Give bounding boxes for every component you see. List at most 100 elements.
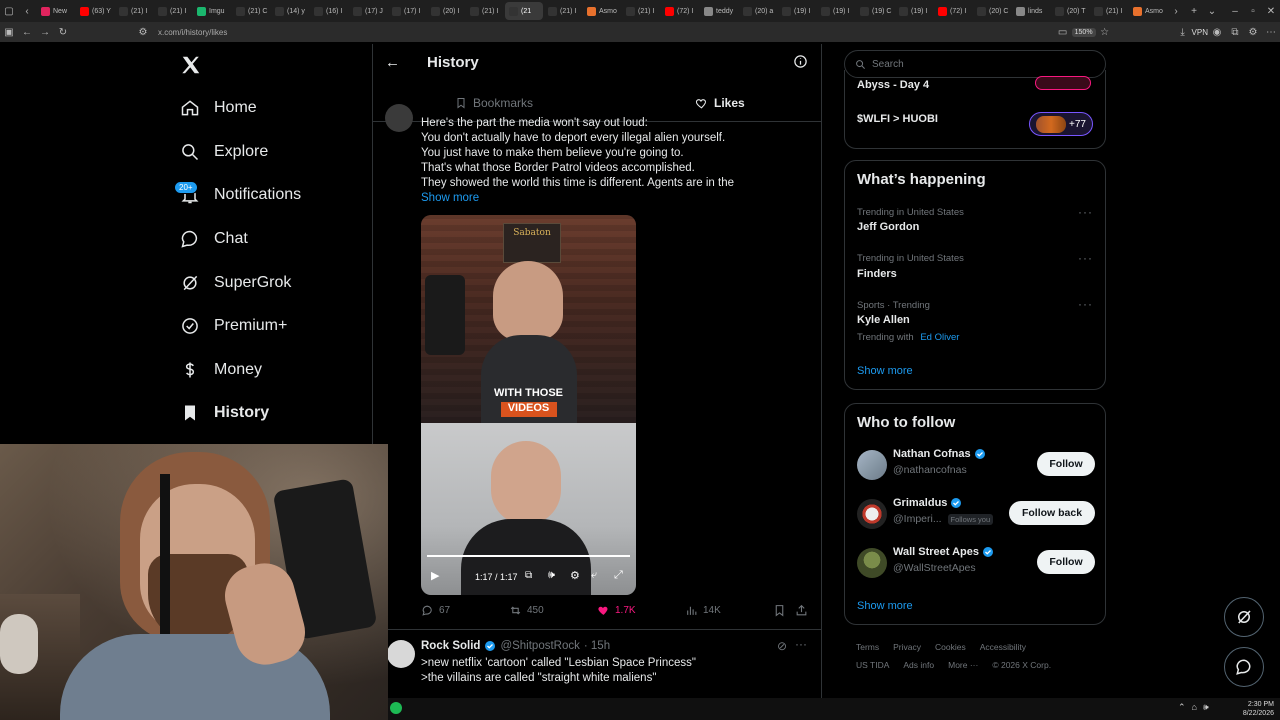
browser-tab[interactable]: (20) T bbox=[1051, 2, 1089, 20]
browser-tab[interactable]: (21) I bbox=[1090, 2, 1128, 20]
clock[interactable]: 2:30 PM 8/22/2026 bbox=[1234, 700, 1274, 718]
follow-button[interactable]: Follow bbox=[1037, 550, 1095, 574]
site-info-icon[interactable]: ⚙ bbox=[134, 27, 152, 38]
avatar[interactable] bbox=[385, 104, 413, 132]
browser-tab[interactable]: (21) C bbox=[232, 2, 270, 20]
new-tab-icon[interactable]: + bbox=[1185, 6, 1203, 17]
browser-tab[interactable]: (72) I bbox=[934, 2, 972, 20]
browser-tab[interactable]: (72) I bbox=[661, 2, 699, 20]
avatar[interactable] bbox=[857, 499, 887, 529]
footer-link[interactable]: More ··· bbox=[948, 660, 978, 670]
browser-tab[interactable]: (14) y bbox=[271, 2, 309, 20]
author-handle[interactable]: @ShitpostRock bbox=[500, 640, 579, 652]
browser-tab[interactable]: (21) I bbox=[154, 2, 192, 20]
browser-tab[interactable]: linds bbox=[1012, 2, 1050, 20]
captions-icon[interactable]: ⧉ bbox=[525, 570, 532, 581]
browser-tab[interactable]: (63) Y bbox=[76, 2, 114, 20]
nav-explore[interactable]: Explore bbox=[180, 137, 268, 167]
extensions-icon[interactable]: ⧉ bbox=[1226, 27, 1244, 38]
show-more-link[interactable]: Show more bbox=[857, 600, 913, 612]
show-more-link[interactable]: Show more bbox=[857, 365, 913, 377]
follow-suggestion[interactable]: Wall Street Apes @WallStreetApes Follow bbox=[857, 544, 1097, 584]
nav-money[interactable]: Money bbox=[180, 355, 262, 385]
footer-link[interactable]: Terms bbox=[856, 642, 879, 652]
more-options-icon[interactable]: ··· bbox=[1078, 205, 1093, 219]
back-icon[interactable]: ← bbox=[18, 27, 36, 38]
browser-tab[interactable]: New bbox=[37, 2, 75, 20]
avatar[interactable] bbox=[857, 548, 887, 578]
footer-link[interactable]: Privacy bbox=[893, 642, 921, 652]
nav-notifications[interactable]: 20+ Notifications bbox=[174, 180, 301, 210]
show-more-link[interactable]: Show more bbox=[421, 191, 479, 206]
network-icon[interactable]: ⌂ bbox=[1192, 702, 1197, 713]
browser-tab[interactable]: Asmo bbox=[583, 2, 621, 20]
more-options-icon[interactable]: ··· bbox=[795, 637, 807, 651]
avatar[interactable] bbox=[857, 450, 887, 480]
views-button[interactable]: 14K bbox=[685, 604, 721, 617]
close-window-icon[interactable]: ✕ bbox=[1262, 6, 1280, 17]
reload-icon[interactable]: ↻ bbox=[54, 27, 72, 38]
nav-history[interactable]: History bbox=[180, 398, 269, 428]
browser-tab[interactable]: (21) I bbox=[115, 2, 153, 20]
pip-icon[interactable]: ⤶ bbox=[591, 569, 597, 582]
back-arrow-icon[interactable]: ← bbox=[385, 54, 400, 71]
repost-button[interactable]: 450 bbox=[509, 604, 544, 617]
zoom-level[interactable]: 150% bbox=[1071, 27, 1096, 37]
space-item-title[interactable]: Abyss - Day 4 bbox=[857, 79, 929, 91]
footer-link[interactable]: US TIDA bbox=[856, 660, 889, 670]
browser-tab[interactable]: (17) J bbox=[349, 2, 387, 20]
browser-tab[interactable]: (16) I bbox=[310, 2, 348, 20]
vpn-button[interactable]: VPN bbox=[1192, 28, 1208, 37]
browser-tab[interactable]: (21) I bbox=[466, 2, 504, 20]
follow-suggestion[interactable]: Nathan Cofnas @nathancofnas Follow bbox=[857, 446, 1097, 486]
author-name[interactable]: Rock Solid bbox=[421, 640, 480, 652]
browser-tab[interactable]: (19) C bbox=[856, 2, 894, 20]
nav-premium[interactable]: Premium+ bbox=[180, 311, 287, 341]
nav-chat[interactable]: Chat bbox=[180, 224, 248, 254]
spotify-icon[interactable] bbox=[390, 702, 402, 714]
avatar[interactable] bbox=[387, 640, 415, 668]
url-field[interactable]: x.com/i/history/likes bbox=[158, 28, 227, 37]
x-logo-icon[interactable] bbox=[180, 54, 202, 81]
tray-arrow-icon[interactable]: ⌃ bbox=[1178, 702, 1186, 713]
grok-icon[interactable]: ⊘ bbox=[777, 639, 787, 653]
trend-context-link[interactable]: Ed Oliver bbox=[920, 332, 959, 343]
browser-tab[interactable]: (20) a bbox=[739, 2, 777, 20]
space-live-pill[interactable] bbox=[1035, 76, 1091, 90]
settings-icon[interactable]: ⚙ bbox=[1244, 27, 1262, 38]
messages-fab[interactable] bbox=[1224, 647, 1264, 687]
share-button[interactable] bbox=[795, 604, 808, 617]
follow-suggestion[interactable]: Grimaldus @Imperi... Follows you Follow … bbox=[857, 495, 1097, 535]
browser-tab[interactable]: (19) I bbox=[817, 2, 855, 20]
browser-tab[interactable]: (21) I bbox=[622, 2, 660, 20]
speaker-icon[interactable]: 🕪 bbox=[1203, 702, 1209, 713]
browser-tab[interactable]: (21 bbox=[505, 2, 543, 20]
browser-tab[interactable]: (19) I bbox=[778, 2, 816, 20]
play-icon[interactable]: ▶ bbox=[431, 569, 439, 582]
tab-scroll-right-icon[interactable]: › bbox=[1167, 6, 1185, 17]
tab-actions-icon[interactable]: ▢ bbox=[0, 6, 18, 17]
nav-supergrok[interactable]: SuperGrok bbox=[180, 268, 291, 298]
space-item-title[interactable]: $WLFI > HUOBI bbox=[857, 113, 938, 125]
tab-scroll-left-icon[interactable]: ‹ bbox=[18, 6, 36, 17]
sidebar-toggle-icon[interactable]: ▣ bbox=[0, 27, 18, 38]
browser-tab[interactable]: teddy bbox=[700, 2, 738, 20]
download-icon[interactable]: ⤓ bbox=[1174, 27, 1192, 38]
bookmark-button[interactable] bbox=[773, 604, 786, 617]
info-icon[interactable] bbox=[793, 54, 808, 74]
browser-tab[interactable]: (20) C bbox=[973, 2, 1011, 20]
browser-tab[interactable]: Asmo bbox=[1129, 2, 1167, 20]
favorite-star-icon[interactable]: ☆ bbox=[1096, 27, 1114, 38]
tab-bookmarks[interactable]: Bookmarks bbox=[455, 96, 533, 110]
settings-icon[interactable]: ⚙ bbox=[570, 569, 580, 582]
listeners-badge[interactable]: +77 bbox=[1029, 112, 1093, 136]
minimize-icon[interactable]: – bbox=[1226, 6, 1244, 17]
tab-likes[interactable]: Likes bbox=[695, 96, 745, 110]
like-button[interactable]: 1.7K bbox=[597, 604, 636, 617]
browser-tab[interactable]: (20) I bbox=[427, 2, 465, 20]
video-player[interactable]: Sabaton WITH THOSE VIDEOS ▶ 1:17 / 1:17 … bbox=[421, 215, 636, 595]
video-progress-track[interactable] bbox=[427, 555, 630, 557]
volume-icon[interactable]: 🕪 bbox=[548, 569, 555, 582]
browser-tab[interactable]: (17) I bbox=[388, 2, 426, 20]
footer-link[interactable]: Cookies bbox=[935, 642, 966, 652]
